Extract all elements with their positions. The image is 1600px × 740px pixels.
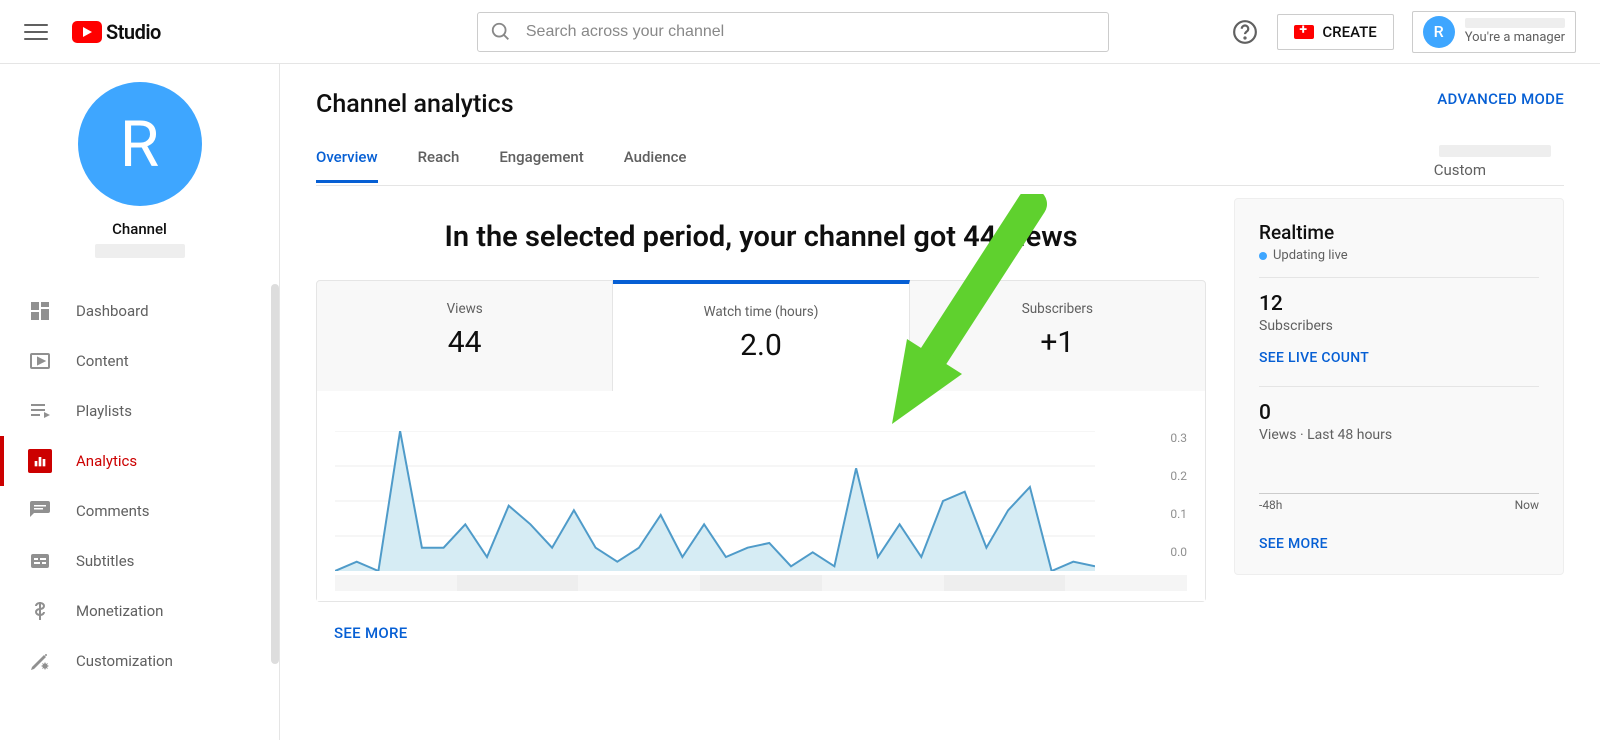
metric-value: 44 [317, 325, 612, 360]
comments-icon [28, 499, 52, 523]
app-header: Studio CREATE R You're a manager [0, 0, 1600, 64]
search-icon [490, 21, 512, 43]
monetization-icon [28, 599, 52, 623]
sidebar-item-label: Content [76, 352, 129, 370]
sidebar-nav: Dashboard Content Playlists Analytics Co… [0, 286, 279, 686]
customization-icon [28, 649, 52, 673]
metric-label: Subscribers [910, 301, 1205, 317]
sidebar-item-analytics[interactable]: Analytics [0, 436, 279, 486]
realtime-see-more-link[interactable]: SEE MORE [1259, 536, 1539, 552]
realtime-panel: Realtime Updating live 12 Subscribers SE… [1234, 198, 1564, 575]
search-input-wrap[interactable] [477, 12, 1109, 52]
advanced-mode-link[interactable]: ADVANCED MODE [1437, 90, 1564, 108]
page-title: Channel analytics [316, 90, 514, 119]
realtime-views-value: 0 [1259, 401, 1539, 425]
sidebar-item-label: Monetization [76, 602, 163, 620]
channel-avatar: R [78, 82, 202, 206]
brand[interactable]: Studio [72, 20, 161, 44]
realtime-subscribers-value: 12 [1259, 292, 1539, 316]
channel-block[interactable]: R Channel [0, 82, 279, 272]
chart-x-axis [335, 575, 1187, 591]
avatar: R [1423, 16, 1455, 48]
date-range-redacted [1439, 145, 1551, 157]
help-icon[interactable] [1231, 18, 1259, 46]
metric-tab-watch-time[interactable]: Watch time (hours) 2.0 [613, 280, 909, 391]
chart-area: 0.3 0.2 0.1 0.0 [317, 391, 1205, 601]
metric-value: 2.0 [613, 328, 908, 363]
dashboard-icon [28, 299, 52, 323]
chart-y-ticks: 0.3 0.2 0.1 0.0 [1170, 431, 1187, 559]
create-button[interactable]: CREATE [1277, 14, 1393, 50]
analytics-icon [28, 449, 52, 473]
playlists-icon [28, 399, 52, 423]
see-more-link[interactable]: SEE MORE [334, 624, 1206, 642]
metric-label: Views [317, 301, 612, 317]
tab-engagement[interactable]: Engagement [499, 148, 583, 183]
tab-overview[interactable]: Overview [316, 148, 378, 183]
sidebar-item-playlists[interactable]: Playlists [0, 386, 279, 436]
account-switcher[interactable]: R You're a manager [1412, 11, 1576, 53]
account-name-redacted [1465, 18, 1565, 28]
youtube-logo-icon [72, 21, 102, 43]
sidebar-item-label: Customization [76, 652, 173, 670]
metrics-card: Views 44 Watch time (hours) 2.0 Subscrib… [316, 280, 1206, 602]
summary-headline: In the selected period, your channel got… [316, 220, 1206, 254]
sidebar-item-label: Comments [76, 502, 150, 520]
analytics-tabs: Overview Reach Engagement Audience [316, 148, 686, 183]
subtitles-icon [28, 549, 52, 573]
metric-label: Watch time (hours) [613, 304, 908, 320]
sidebar: R Channel Dashboard Content Playlists An… [0, 64, 280, 740]
channel-name-redacted [95, 244, 185, 258]
metric-tab-subscribers[interactable]: Subscribers +1 [910, 281, 1205, 391]
tab-reach[interactable]: Reach [418, 148, 460, 183]
date-range-label: Custom [1434, 161, 1486, 179]
realtime-subscribers-label: Subscribers [1259, 318, 1539, 334]
date-range-picker[interactable]: Custom [1434, 145, 1556, 185]
sidebar-item-label: Dashboard [76, 302, 149, 320]
line-chart [335, 431, 1095, 571]
brand-name: Studio [106, 20, 161, 44]
menu-icon[interactable] [24, 20, 48, 44]
realtime-views-label: Views · Last 48 hours [1259, 427, 1539, 443]
sidebar-item-subtitles[interactable]: Subtitles [0, 536, 279, 586]
search-input[interactable] [524, 22, 1096, 42]
sidebar-item-content[interactable]: Content [0, 336, 279, 386]
main-content: Channel analytics ADVANCED MODE Overview… [280, 64, 1600, 740]
realtime-range: -48h Now [1259, 493, 1539, 512]
scrollbar[interactable] [271, 284, 279, 664]
see-live-count-link[interactable]: SEE LIVE COUNT [1259, 350, 1539, 366]
content-icon [28, 349, 52, 373]
sidebar-item-label: Playlists [76, 402, 132, 420]
sidebar-item-label: Subtitles [76, 552, 134, 570]
metric-value: +1 [910, 325, 1205, 360]
metric-tab-views[interactable]: Views 44 [317, 281, 613, 391]
sidebar-item-monetization[interactable]: Monetization [0, 586, 279, 636]
account-role: You're a manager [1465, 30, 1565, 45]
realtime-title: Realtime [1259, 221, 1539, 244]
create-icon [1294, 25, 1314, 39]
realtime-status: Updating live [1259, 248, 1539, 263]
sidebar-item-dashboard[interactable]: Dashboard [0, 286, 279, 336]
sidebar-item-comments[interactable]: Comments [0, 486, 279, 536]
sidebar-item-customization[interactable]: Customization [0, 636, 279, 686]
create-label: CREATE [1322, 23, 1376, 41]
channel-label: Channel [112, 220, 167, 238]
tab-audience[interactable]: Audience [624, 148, 687, 183]
live-dot-icon [1259, 252, 1267, 260]
sidebar-item-label: Analytics [76, 452, 137, 470]
